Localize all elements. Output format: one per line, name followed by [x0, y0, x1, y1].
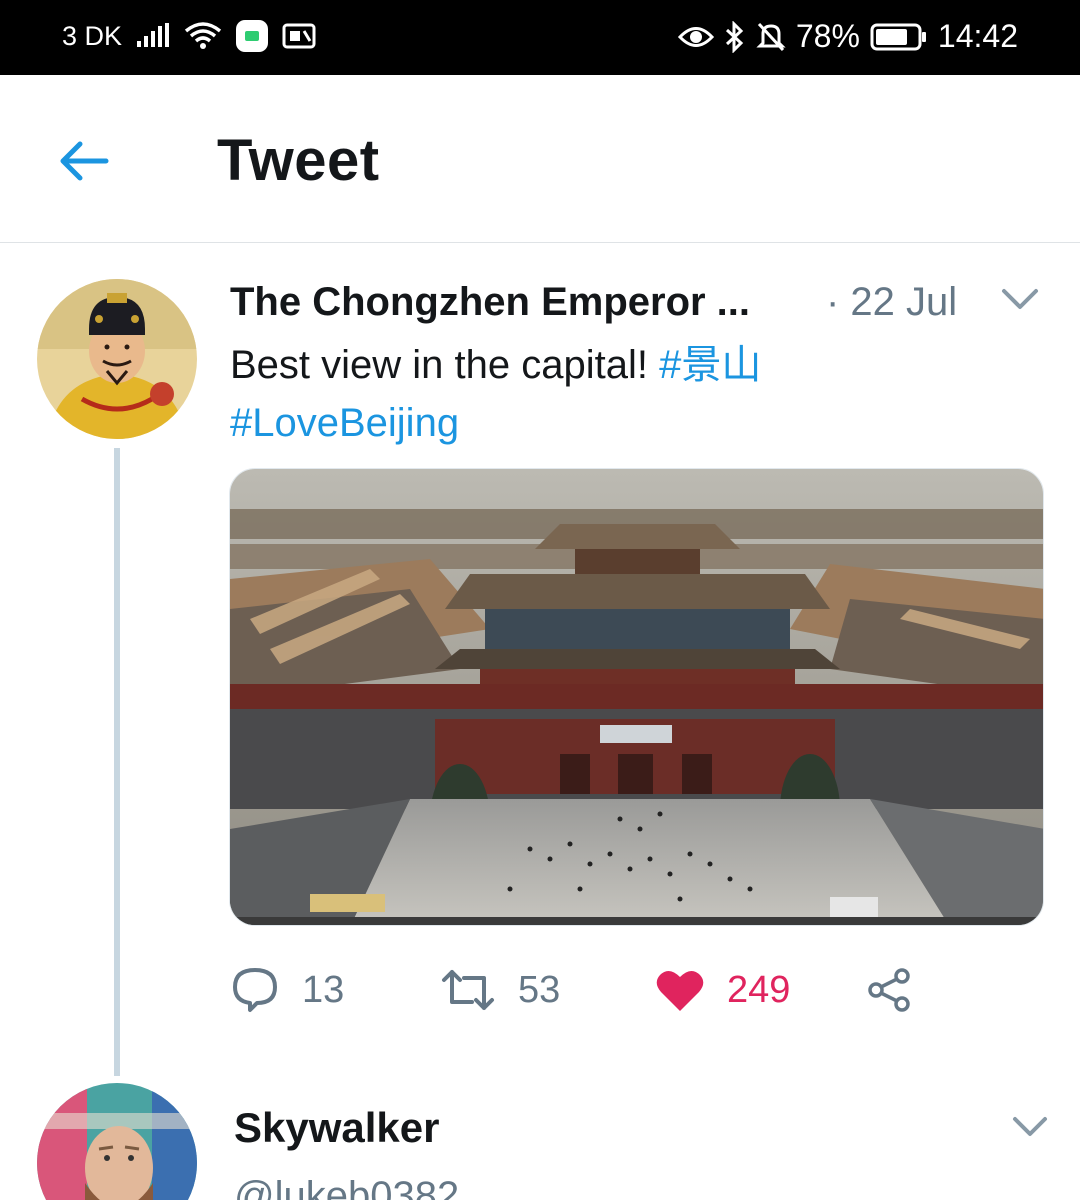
battery-percent: 78% — [795, 18, 860, 54]
chevron-down-icon — [1002, 289, 1038, 309]
reply-author-handle[interactable]: @lukeb0382 — [234, 1174, 459, 1200]
tweet-date[interactable]: · 22 Jul — [826, 280, 957, 325]
bell-off-icon — [756, 21, 786, 53]
reply-author-avatar[interactable] — [37, 1083, 197, 1200]
battery-icon — [870, 23, 928, 51]
arrow-left-icon — [60, 141, 109, 181]
reply-author-name[interactable]: Skywalker — [234, 1104, 440, 1152]
back-button[interactable] — [52, 129, 116, 193]
share-action[interactable] — [866, 958, 914, 1022]
emperor-portrait-icon — [37, 279, 197, 439]
tweet-photo[interactable] — [229, 468, 1044, 926]
retweet-action[interactable]: 53 — [440, 958, 560, 1022]
reply-action[interactable]: 13 — [230, 958, 344, 1022]
retweet-icon — [442, 970, 494, 1010]
photo-forbidden-city — [230, 469, 1043, 925]
reply-count: 13 — [302, 968, 345, 1011]
reply-menu-button[interactable] — [1010, 1113, 1050, 1141]
hashtag-link[interactable]: #LoveBeijing — [230, 401, 459, 445]
tweet-menu-button[interactable] — [998, 285, 1042, 315]
heart-icon — [656, 970, 704, 1011]
eye-icon — [677, 24, 714, 50]
skywalker-portrait-icon — [37, 1083, 197, 1200]
sim-icon — [282, 22, 316, 50]
bluetooth-icon — [724, 20, 746, 53]
chevron-down-icon — [1013, 1117, 1047, 1136]
retweet-count: 53 — [518, 968, 561, 1011]
carrier-label: 3 DK — [62, 20, 123, 51]
like-count: 249 — [727, 968, 791, 1011]
hashtag-link[interactable]: #景山 — [659, 343, 761, 387]
tweet-actions: 13 53 249 — [230, 958, 1030, 1022]
app-notification-icon — [236, 20, 269, 52]
author-avatar[interactable] — [37, 279, 197, 439]
signal-icon — [136, 23, 170, 49]
share-icon — [868, 968, 910, 1012]
wifi-icon — [184, 21, 222, 51]
status-bar: 3 DK 78% 14:42 — [0, 0, 1080, 75]
tweet-author-name[interactable]: The Chongzhen Emperor ... — [230, 280, 750, 325]
tweet-text: Best view in the capital! #景山 #LoveBeiji… — [230, 336, 1050, 452]
tweet-text-body: Best view in the capital! — [230, 343, 660, 387]
app-header: Tweet — [0, 75, 1080, 243]
page-title: Tweet — [217, 128, 380, 193]
clock: 14:42 — [937, 18, 1018, 54]
thread-line — [114, 448, 120, 1076]
reply-icon — [233, 968, 277, 1012]
like-action[interactable]: 249 — [655, 958, 790, 1022]
